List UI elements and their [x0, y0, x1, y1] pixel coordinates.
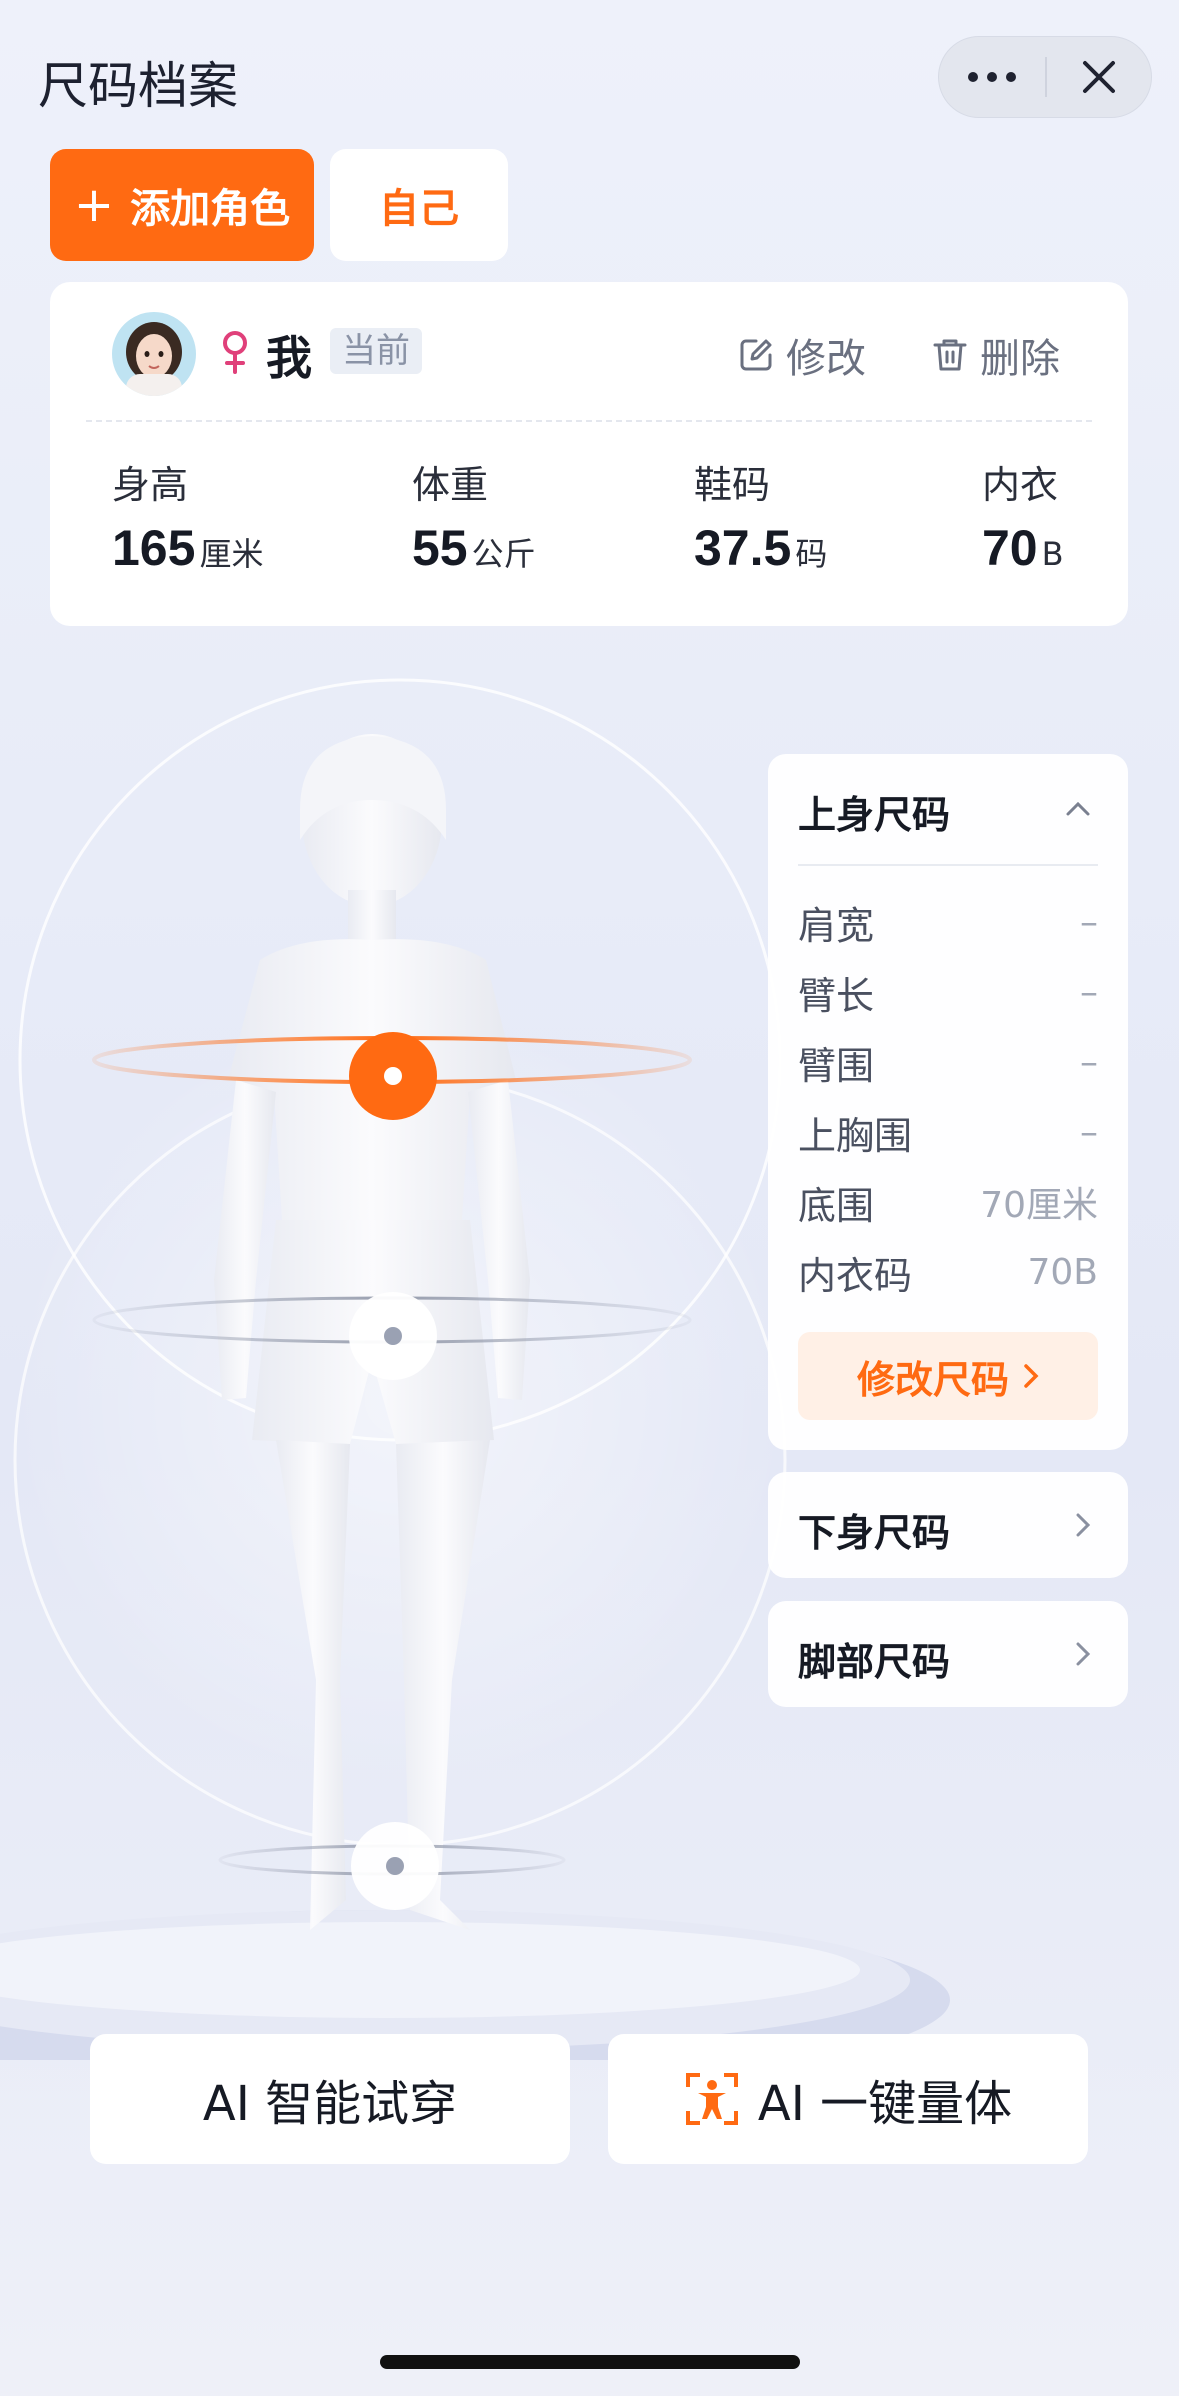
size-label: 肩宽: [798, 903, 875, 948]
lower-body-size-panel[interactable]: 下身尺码: [768, 1472, 1128, 1578]
stat-unit: B: [1041, 535, 1064, 573]
size-label: 臂围: [798, 1043, 875, 1088]
stat-value: 70: [982, 520, 1038, 576]
size-value: –: [1080, 901, 1098, 943]
role-self-label: 自己: [379, 186, 459, 232]
size-row: 肩宽 –: [798, 892, 1098, 952]
add-role-button[interactable]: + 添加角色: [50, 149, 314, 261]
female-icon: [223, 331, 247, 374]
stat-label: 内衣: [982, 463, 1059, 507]
upper-body-size-panel: 上身尺码 肩宽 – 臂长 – 臂围 – 上胸围 – 底围 70厘米 内衣码 70B 修改尺码: [768, 754, 1128, 1450]
close-icon: [1083, 61, 1115, 93]
page-title: 尺码档案: [38, 57, 238, 115]
size-row: 臂长 –: [798, 962, 1098, 1022]
modify-size-button[interactable]: 修改尺码: [798, 1332, 1098, 1420]
stat-unit: 公斤: [471, 535, 536, 573]
feet-size-panel[interactable]: 脚部尺码: [768, 1601, 1128, 1707]
ai-try-on-label: AI 智能试穿: [202, 2076, 458, 2132]
profile-card: 我 当前 修改 删除 身高 165 厘米 体重 55 公斤 鞋码 37.5 码 内衣 …: [50, 282, 1128, 626]
stat-value: 55: [412, 520, 468, 576]
size-label: 底围: [798, 1183, 875, 1228]
upper-panel-title: 上身尺码: [798, 793, 951, 837]
edit-label: 修改: [786, 336, 866, 382]
home-indicator[interactable]: [380, 2355, 800, 2369]
stat-shoe-size: 鞋码 37.5 码: [694, 454, 827, 577]
chest-hotspot[interactable]: [349, 1032, 437, 1120]
trash-icon: [933, 339, 967, 371]
size-row: 内衣码 70B: [798, 1242, 1098, 1302]
more-button[interactable]: [939, 37, 1045, 117]
stat-label: 身高: [112, 463, 189, 507]
more-dot-icon: [1006, 72, 1016, 82]
size-row: 臂围 –: [798, 1032, 1098, 1092]
size-value: 70厘米: [980, 1185, 1098, 1226]
size-label: 上胸围: [798, 1113, 913, 1158]
chevron-up-icon[interactable]: [1064, 798, 1092, 818]
edit-profile-button[interactable]: 修改: [736, 326, 866, 384]
stat-unit: 码: [795, 535, 828, 573]
size-row: 底围 70厘米: [798, 1172, 1098, 1232]
edit-icon: [740, 339, 772, 371]
stat-value: 165: [112, 520, 196, 576]
chevron-right-icon: [1024, 1364, 1039, 1388]
stat-weight: 体重 55 公斤: [412, 454, 536, 577]
current-badge: 当前: [330, 328, 422, 374]
size-value: –: [1080, 971, 1098, 1013]
chevron-right-icon: [1076, 1513, 1091, 1537]
size-row: 上胸围 –: [798, 1102, 1098, 1162]
body-scan-icon: [685, 2073, 738, 2125]
ankle-hotspot[interactable]: [351, 1822, 439, 1910]
size-label: 臂长: [798, 973, 875, 1018]
size-label: 内衣码: [798, 1253, 913, 1298]
lower-panel-title: 下身尺码: [798, 1511, 951, 1555]
size-value: –: [1080, 1041, 1098, 1083]
avatar[interactable]: [112, 312, 196, 396]
profile-divider: [86, 420, 1092, 422]
add-role-label: 添加角色: [130, 186, 291, 232]
chevron-right-icon: [1076, 1642, 1091, 1666]
panel-divider: [798, 864, 1098, 866]
ai-measure-button[interactable]: AI 一键量体: [608, 2034, 1088, 2164]
plus-icon: +: [73, 177, 115, 233]
more-dot-icon: [987, 72, 997, 82]
stat-height: 身高 165 厘米: [112, 454, 263, 577]
more-dot-icon: [968, 72, 978, 82]
avatar-image: [112, 312, 196, 396]
ai-try-on-button[interactable]: AI 智能试穿: [90, 2034, 570, 2164]
profile-name: 我: [266, 331, 312, 385]
stat-label: 体重: [412, 463, 489, 507]
close-button[interactable]: [1047, 37, 1151, 117]
delete-label: 删除: [980, 336, 1060, 382]
stat-value: 37.5: [694, 520, 792, 576]
modify-size-label: 修改尺码: [856, 1357, 1009, 1402]
size-value: 70B: [1027, 1251, 1098, 1293]
stat-unit: 厘米: [199, 535, 264, 573]
stat-label: 鞋码: [694, 463, 771, 507]
waist-hotspot[interactable]: [349, 1292, 437, 1380]
ai-measure-label: AI 一键量体: [757, 2076, 1013, 2132]
size-value: –: [1080, 1111, 1098, 1153]
feet-panel-title: 脚部尺码: [798, 1640, 951, 1684]
stat-bra-size: 内衣 70 B: [982, 454, 1064, 577]
role-tab-self[interactable]: 自己: [330, 149, 508, 261]
delete-profile-button[interactable]: 删除: [930, 326, 1060, 384]
mini-program-capsule: [938, 36, 1152, 118]
